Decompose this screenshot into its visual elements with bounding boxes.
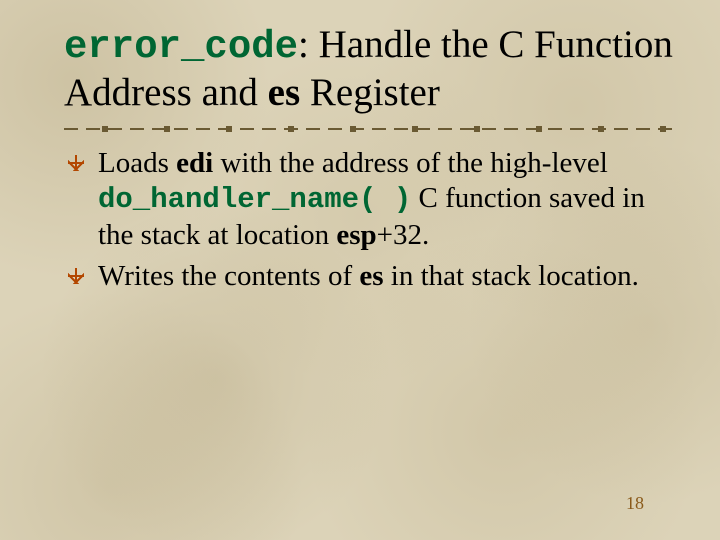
page-number: 18 — [626, 493, 644, 514]
title-divider — [64, 126, 676, 132]
title-text-2: Register — [300, 71, 440, 114]
bullet-list: Loads edi with the address of the high-l… — [64, 146, 676, 296]
bullet-text: +32. — [377, 219, 430, 251]
slide: error_code: Handle the C Function Addres… — [0, 0, 720, 540]
list-item: Loads edi with the address of the high-l… — [98, 146, 666, 253]
title-code: error_code — [64, 25, 298, 69]
bullet-text: in that stack location. — [384, 260, 639, 292]
bullet-bold: esp — [336, 219, 376, 251]
slide-title: error_code: Handle the C Function Addres… — [64, 22, 676, 116]
bullet-code: do_handler_name( ) — [98, 183, 411, 216]
bullet-text: Writes the contents of — [98, 260, 359, 292]
title-bold-es: es — [268, 71, 301, 114]
bullet-bold: es — [359, 260, 383, 292]
bullet-text: with the address of the high-level — [213, 147, 608, 179]
list-item: Writes the contents of es in that stack … — [98, 259, 666, 295]
bullet-text: Loads — [98, 147, 176, 179]
bullet-bold: edi — [176, 147, 213, 179]
